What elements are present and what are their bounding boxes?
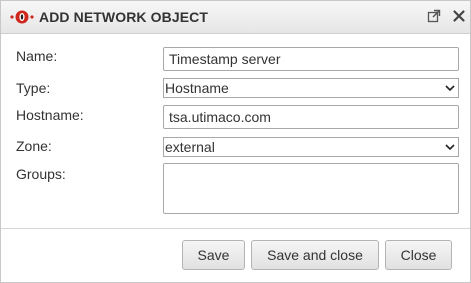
- groups-field[interactable]: [163, 163, 459, 214]
- hostname-input[interactable]: [163, 105, 459, 129]
- close-icon[interactable]: [451, 8, 467, 24]
- dialog-title: ADD NETWORK OBJECT: [39, 9, 209, 25]
- footer-divider: [1, 228, 470, 229]
- save-and-close-button[interactable]: Save and close: [251, 240, 379, 270]
- external-link-icon[interactable]: [426, 8, 442, 24]
- zone-select-wrapper: external: [163, 137, 459, 157]
- close-button[interactable]: Close: [385, 240, 452, 270]
- type-label: Type:: [16, 80, 51, 96]
- type-select-wrapper: Hostname: [163, 78, 459, 98]
- utm-logo-icon: [10, 10, 34, 24]
- name-input[interactable]: [163, 47, 459, 71]
- save-button[interactable]: Save: [182, 240, 245, 270]
- add-network-object-dialog: ADD NETWORK OBJECT Name: Type: Hostname …: [0, 0, 471, 283]
- name-label: Name:: [16, 48, 58, 64]
- hostname-label: Hostname:: [16, 107, 84, 123]
- zone-label: Zone:: [16, 138, 52, 154]
- zone-select[interactable]: external: [163, 137, 459, 157]
- type-select[interactable]: Hostname: [163, 78, 459, 98]
- groups-label: Groups:: [16, 166, 66, 182]
- dialog-titlebar[interactable]: ADD NETWORK OBJECT: [1, 1, 470, 34]
